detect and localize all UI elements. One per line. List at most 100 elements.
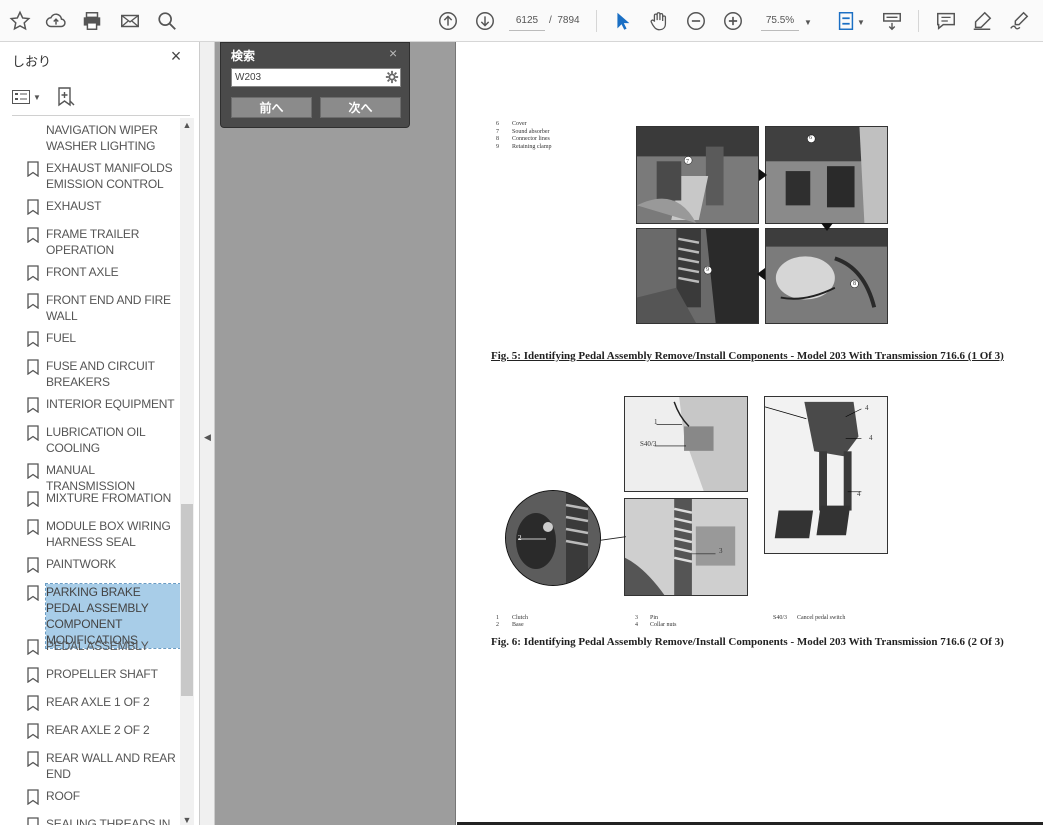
highlight-pen-icon[interactable] <box>970 9 994 33</box>
bookmark-icon <box>27 585 39 601</box>
fig5-legend-text: Sound absorber <box>512 128 550 135</box>
mail-icon[interactable] <box>118 9 142 33</box>
fig5-legend-text: Retaining clamp <box>512 143 552 150</box>
bookmark-label: PAINTWORK <box>46 557 116 571</box>
bookmark-label: SEALING THREADS IN <box>46 817 171 825</box>
fig5-legend-text: Cover <box>512 121 527 127</box>
bookmark-label: MIXTURE FROMATION <box>46 491 172 505</box>
fig6-legend-text-2: Base <box>512 622 524 628</box>
bookmark-label: ROOF <box>46 789 80 803</box>
add-bookmark-icon[interactable] <box>57 86 75 108</box>
fig5-callout-8: 8 <box>853 281 856 287</box>
zoom-out-icon[interactable] <box>684 9 708 33</box>
fig5-photo-2 <box>765 126 888 224</box>
bookmarks-panel-title: しおり <box>12 54 52 69</box>
main-toolbar: / 7894 ▼ ▼ <box>0 0 1043 42</box>
fig6-legend-text-4: Collar nuts <box>650 622 677 628</box>
bookmark-label: EXHAUST <box>46 199 102 213</box>
print-icon[interactable] <box>80 9 104 33</box>
bookmark-icon <box>27 491 39 507</box>
select-cursor-icon[interactable] <box>610 9 634 33</box>
scroll-down-icon[interactable]: ▼ <box>180 815 194 825</box>
scroll-up-icon[interactable]: ▲ <box>180 120 194 130</box>
scrollbar-thumb[interactable] <box>181 504 193 696</box>
bookmark-icon <box>27 519 39 535</box>
cloud-upload-icon[interactable] <box>44 9 68 33</box>
search-icon[interactable] <box>155 9 179 33</box>
bookmark-label: REAR AXLE 2 OF 2 <box>46 723 150 737</box>
zoom-dropdown-icon[interactable]: ▼ <box>804 18 812 27</box>
next-page-icon[interactable] <box>473 9 497 33</box>
bookmark-label: FUEL <box>46 331 76 345</box>
fit-page-icon[interactable] <box>834 9 858 33</box>
bookmark-icon <box>27 723 39 739</box>
arrow-right-icon <box>759 169 767 181</box>
bookmark-icon <box>27 695 39 711</box>
close-icon[interactable]: × <box>389 45 397 61</box>
bookmark-label: FRONT AXLE <box>46 265 119 279</box>
chevron-down-icon[interactable]: ▼ <box>33 93 41 102</box>
fig5-legend-num: 9 <box>496 143 499 150</box>
bookmark-star-icon[interactable] <box>8 9 32 33</box>
bookmark-label: REAR WALL AND REAR END <box>46 751 176 781</box>
find-next-button[interactable]: 次へ <box>320 97 401 118</box>
bookmark-label: INTERIOR EQUIPMENT <box>46 397 175 411</box>
arrow-down-icon <box>821 223 833 231</box>
hand-tool-icon[interactable] <box>647 9 671 33</box>
sign-icon[interactable] <box>1007 9 1031 33</box>
bookmark-icon <box>27 817 39 825</box>
fig5-callout-9: 9 <box>706 267 709 273</box>
bookmark-label: MODULE BOX WIRING HARNESS SEAL <box>46 519 171 549</box>
fig5-legend-num: 6 <box>496 121 499 127</box>
fig5-photo-4 <box>765 228 888 324</box>
fig6-legend-text-3: Pin <box>650 615 659 621</box>
bookmark-scrollbar[interactable]: ▲ ▼ <box>180 118 194 825</box>
fig6-legend-num-2: 2 <box>496 622 499 628</box>
fig6-callout-4b: 4 <box>869 434 873 442</box>
fig5-caption: Fig. 5: Identifying Pedal Assembly Remov… <box>491 350 1004 362</box>
fig6-caption: Fig. 6: Identifying Pedal Assembly Remov… <box>491 636 1004 648</box>
fig6-callout-s40: S40/3 <box>640 440 657 448</box>
page-number-input[interactable] <box>509 11 545 31</box>
bookmark-label: FRONT END AND FIRE WALL <box>46 293 171 323</box>
close-icon[interactable]: × <box>168 47 184 65</box>
bookmark-icon <box>27 359 39 375</box>
fit-dropdown-icon[interactable]: ▼ <box>857 18 865 27</box>
document-background <box>215 42 456 825</box>
fig5-photo-3 <box>636 228 759 324</box>
bookmark-icon <box>27 751 39 767</box>
bookmark-options-icon[interactable]: ▼ <box>12 86 41 108</box>
bookmark-icon <box>27 331 39 347</box>
toolbar-divider <box>918 10 919 32</box>
find-panel: 検索 × 前へ 次へ <box>220 42 410 128</box>
fig6-legend-text-5: Cancel pedal switch <box>797 615 846 621</box>
bookmark-label: FUSE AND CIRCUIT BREAKERS <box>46 359 155 389</box>
panel-collapse-strip[interactable]: ◀ <box>200 42 215 825</box>
fig6-legend-num-5: S40/3 <box>773 615 788 621</box>
gear-icon[interactable] <box>385 70 399 84</box>
fig6-callout-1: 1 <box>654 418 658 426</box>
find-previous-button[interactable]: 前へ <box>231 97 312 118</box>
arrow-left-icon <box>757 268 765 280</box>
bookmark-icon <box>27 161 39 177</box>
search-input[interactable] <box>231 68 401 87</box>
zoom-in-icon[interactable] <box>721 9 745 33</box>
fig5-callout-7: 7 <box>686 159 689 165</box>
collapse-left-icon[interactable]: ◀ <box>204 432 211 443</box>
bookmarks-toolbar: ▼ <box>0 80 200 114</box>
bookmark-icon <box>27 227 39 243</box>
previous-page-icon[interactable] <box>436 9 460 33</box>
bookmark-icon <box>27 397 39 413</box>
fig6-legend-num-4: 4 <box>635 622 638 628</box>
fig6-callout-2: 2 <box>518 534 522 542</box>
bookmark-label: EXHAUST MANIFOLDS EMISSION CONTROL <box>46 161 173 191</box>
fig5-legend-num: 8 <box>496 136 499 142</box>
scroll-mode-icon[interactable] <box>880 9 904 33</box>
comment-icon[interactable] <box>934 9 958 33</box>
bookmark-list: NAVIGATION WIPER WASHER LIGHTING EXHAUST … <box>0 118 180 825</box>
fig5-photo-1 <box>636 126 759 224</box>
fig6-callout-4a: 4 <box>865 404 869 412</box>
zoom-level-input[interactable] <box>761 11 799 31</box>
fig6-legend-num-1: 1 <box>496 615 499 621</box>
bookmark-icon <box>27 265 39 281</box>
